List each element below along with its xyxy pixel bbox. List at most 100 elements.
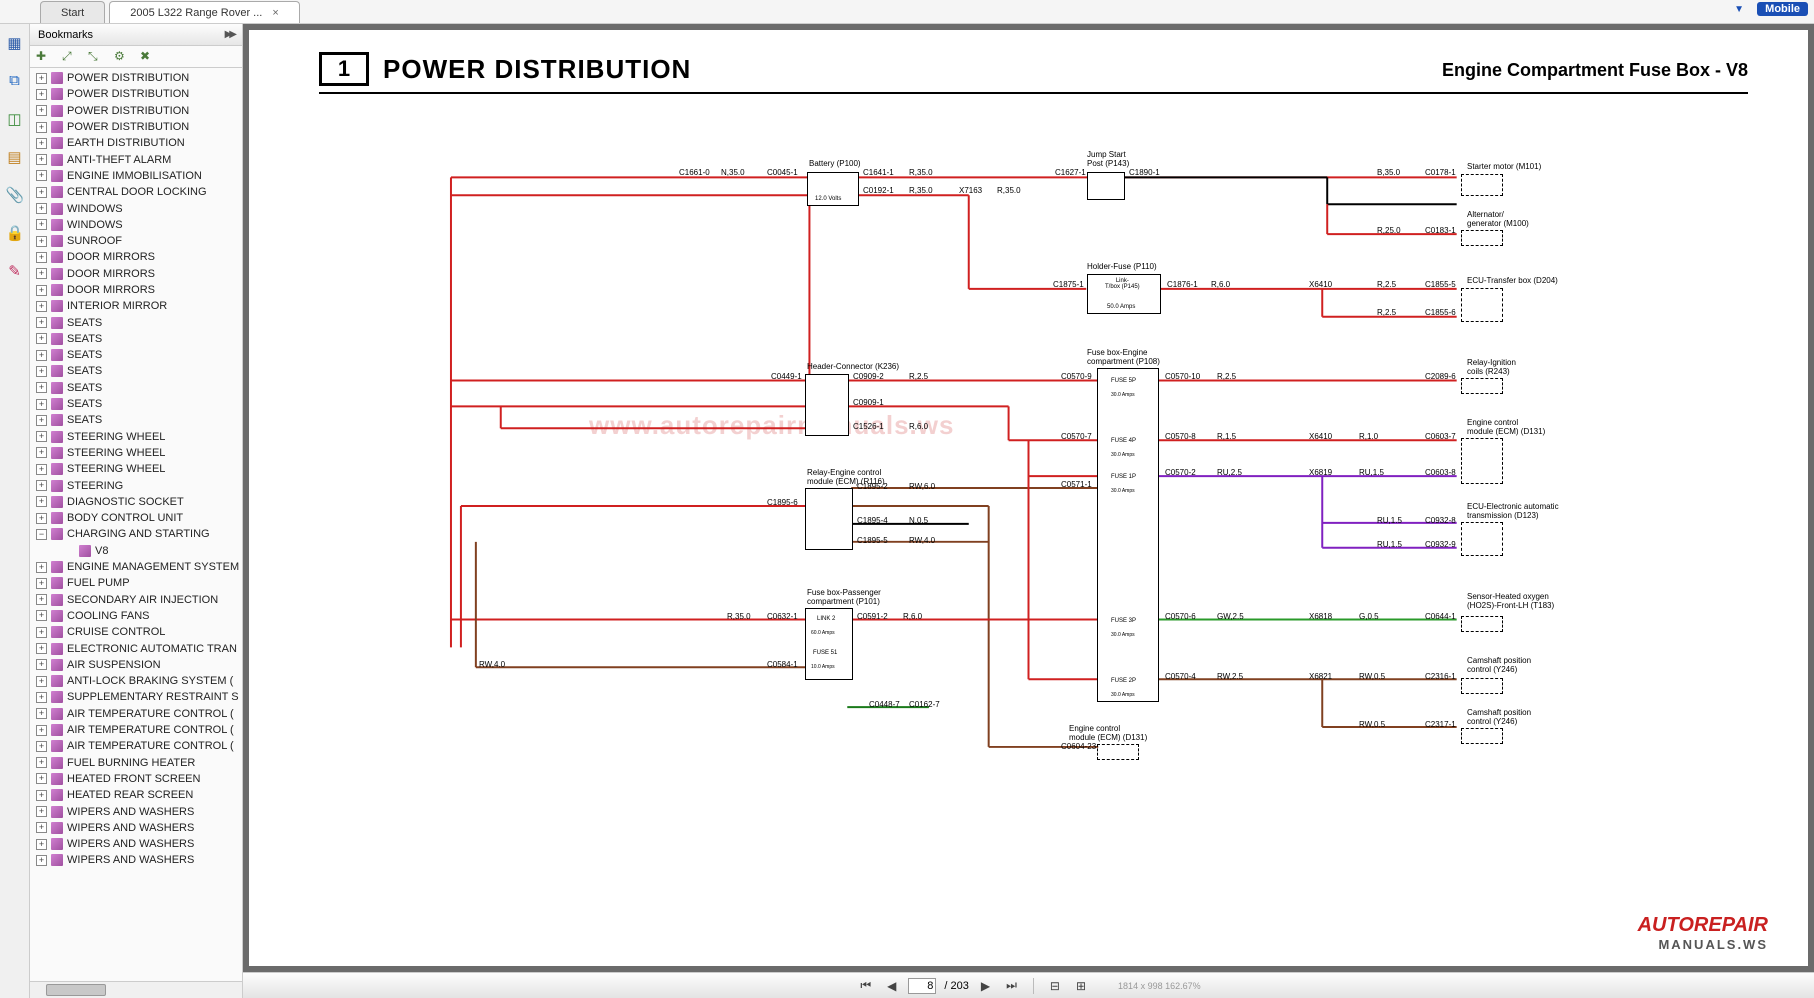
expand-toggle-icon[interactable]: + [36,480,47,491]
bookmark-item[interactable]: +POWER DISTRIBUTION [30,70,242,86]
tab-document[interactable]: 2005 L322 Range Rover ...× [109,1,300,23]
bookmark-item[interactable]: +AIR TEMPERATURE CONTROL ( [30,722,242,738]
bookmark-item[interactable]: +FUEL PUMP [30,575,242,591]
expand-toggle-icon[interactable]: + [36,496,47,507]
expand-toggle-icon[interactable]: + [36,415,47,426]
expand-toggle-icon[interactable]: + [36,350,47,361]
expand-toggle-icon[interactable]: + [36,839,47,850]
lock-icon[interactable]: 🔒 [6,224,24,242]
bookmark-item[interactable]: +SEATS [30,331,242,347]
bookmark-item[interactable]: +ANTI-LOCK BRAKING SYSTEM ( [30,673,242,689]
expand-toggle-icon[interactable]: + [36,513,47,524]
expand-toggle-icon[interactable]: + [36,659,47,670]
clipboard-icon[interactable]: ⧉ [6,72,24,90]
bookmark-item[interactable]: +SEATS [30,396,242,412]
expand-toggle-icon[interactable]: + [36,89,47,100]
expand-toggle-icon[interactable]: + [36,431,47,442]
bookmark-item[interactable]: +DOOR MIRRORS [30,249,242,265]
bookmark-item[interactable]: +SEATS [30,347,242,363]
bookmark-icon[interactable]: ▤ [6,148,24,166]
bookmark-item[interactable]: +SEATS [30,380,242,396]
expand-toggle-icon[interactable]: + [36,725,47,736]
bookmark-item[interactable]: +STEERING WHEEL [30,445,242,461]
expand-toggle-icon[interactable]: + [36,236,47,247]
next-page-icon[interactable]: ▶ [977,979,994,993]
bookmark-item[interactable]: +SUPPLEMENTARY RESTRAINT S [30,689,242,705]
zoom-out-icon[interactable]: ⊟ [1046,979,1064,993]
bookmark-item[interactable]: +SECONDARY AIR INJECTION [30,592,242,608]
chevron-down-icon[interactable]: ▼ [1734,4,1744,15]
expand-toggle-icon[interactable]: + [36,252,47,263]
expand-toggle-icon[interactable]: + [36,203,47,214]
tree-icon[interactable]: ⚙ [114,49,130,65]
bookmark-item[interactable]: +WIPERS AND WASHERS [30,820,242,836]
add-bookmark-icon[interactable]: ✚ [36,49,52,65]
expand-toggle-icon[interactable]: + [36,138,47,149]
signature-icon[interactable]: ✎ [6,262,24,280]
expand-toggle-icon[interactable]: + [36,773,47,784]
bookmark-item[interactable]: +ENGINE MANAGEMENT SYSTEM [30,559,242,575]
bookmark-item[interactable]: +ELECTRONIC AUTOMATIC TRAN [30,640,242,656]
last-page-icon[interactable]: ⏭ [1002,978,1021,993]
expand-toggle-icon[interactable]: + [36,170,47,181]
bookmark-item[interactable]: +CENTRAL DOOR LOCKING [30,184,242,200]
bookmark-item[interactable]: +V8 [30,543,242,559]
expand-toggle-icon[interactable]: + [36,366,47,377]
expand-toggle-icon[interactable]: + [36,187,47,198]
bookmark-item[interactable]: +HEATED REAR SCREEN [30,787,242,803]
expand-toggle-icon[interactable]: + [36,741,47,752]
bookmark-item[interactable]: +WIPERS AND WASHERS [30,852,242,868]
bookmark-item[interactable]: +SEATS [30,363,242,379]
expand-toggle-icon[interactable]: + [36,399,47,410]
bookmark-item[interactable]: +DIAGNOSTIC SOCKET [30,494,242,510]
first-page-icon[interactable]: ⏮ [856,978,875,993]
bookmark-item[interactable]: +ANTI-THEFT ALARM [30,151,242,167]
expand-toggle-icon[interactable]: + [36,627,47,638]
bookmark-item[interactable]: +DOOR MIRRORS [30,266,242,282]
bookmark-item[interactable]: +SEATS [30,412,242,428]
bookmark-item[interactable]: +CRUISE CONTROL [30,624,242,640]
expand-icon[interactable]: ⤢ [62,49,78,65]
bookmark-item[interactable]: +HEATED FRONT SCREEN [30,771,242,787]
bookmark-item[interactable]: +WINDOWS [30,217,242,233]
bookmark-item[interactable]: +POWER DISTRIBUTION [30,103,242,119]
bookmark-item[interactable]: +STEERING [30,477,242,493]
bookmark-item[interactable]: +WIPERS AND WASHERS [30,836,242,852]
scroll-thumb[interactable] [46,984,106,996]
expand-toggle-icon[interactable]: + [36,610,47,621]
bookmark-item[interactable]: +WIPERS AND WASHERS [30,803,242,819]
bookmark-item[interactable]: +AIR SUSPENSION [30,657,242,673]
attachment-icon[interactable]: 📎 [6,186,24,204]
bookmark-item[interactable]: +SUNROOF [30,233,242,249]
h-scrollbar[interactable] [30,981,242,998]
expand-toggle-icon[interactable]: + [36,268,47,279]
expand-toggle-icon[interactable]: + [36,301,47,312]
bookmark-item[interactable]: +ENGINE IMMOBILISATION [30,168,242,184]
expand-toggle-icon[interactable]: + [36,122,47,133]
expand-toggle-icon[interactable]: + [36,154,47,165]
expand-toggle-icon[interactable]: + [36,447,47,458]
bookmark-item[interactable]: +AIR TEMPERATURE CONTROL ( [30,706,242,722]
zoom-in-icon[interactable]: ⊞ [1072,979,1090,993]
bookmark-item[interactable]: +INTERIOR MIRROR [30,298,242,314]
bookmark-item[interactable]: +WINDOWS [30,200,242,216]
bookmark-item[interactable]: +AIR TEMPERATURE CONTROL ( [30,738,242,754]
expand-toggle-icon[interactable]: + [36,285,47,296]
expand-toggle-icon[interactable]: + [36,806,47,817]
expand-toggle-icon[interactable]: + [36,790,47,801]
close-icon[interactable]: × [272,7,278,19]
expand-toggle-icon[interactable]: + [36,464,47,475]
bookmark-item[interactable]: +STEERING WHEEL [30,461,242,477]
bookmark-item[interactable]: +BODY CONTROL UNIT [30,510,242,526]
prev-page-icon[interactable]: ◀ [883,979,900,993]
tab-start[interactable]: Start [40,1,105,23]
page-number-input[interactable] [908,978,936,994]
expand-toggle-icon[interactable]: + [36,594,47,605]
layers-icon[interactable]: ◫ [6,110,24,128]
collapse-icon[interactable]: ▶▶ [225,29,234,40]
expand-toggle-icon[interactable]: − [36,529,47,540]
page-canvas[interactable]: 1 POWER DISTRIBUTION Engine Compartment … [249,30,1808,966]
expand-toggle-icon[interactable]: + [36,333,47,344]
expand-toggle-icon[interactable]: + [36,317,47,328]
bookmark-item[interactable]: +POWER DISTRIBUTION [30,86,242,102]
